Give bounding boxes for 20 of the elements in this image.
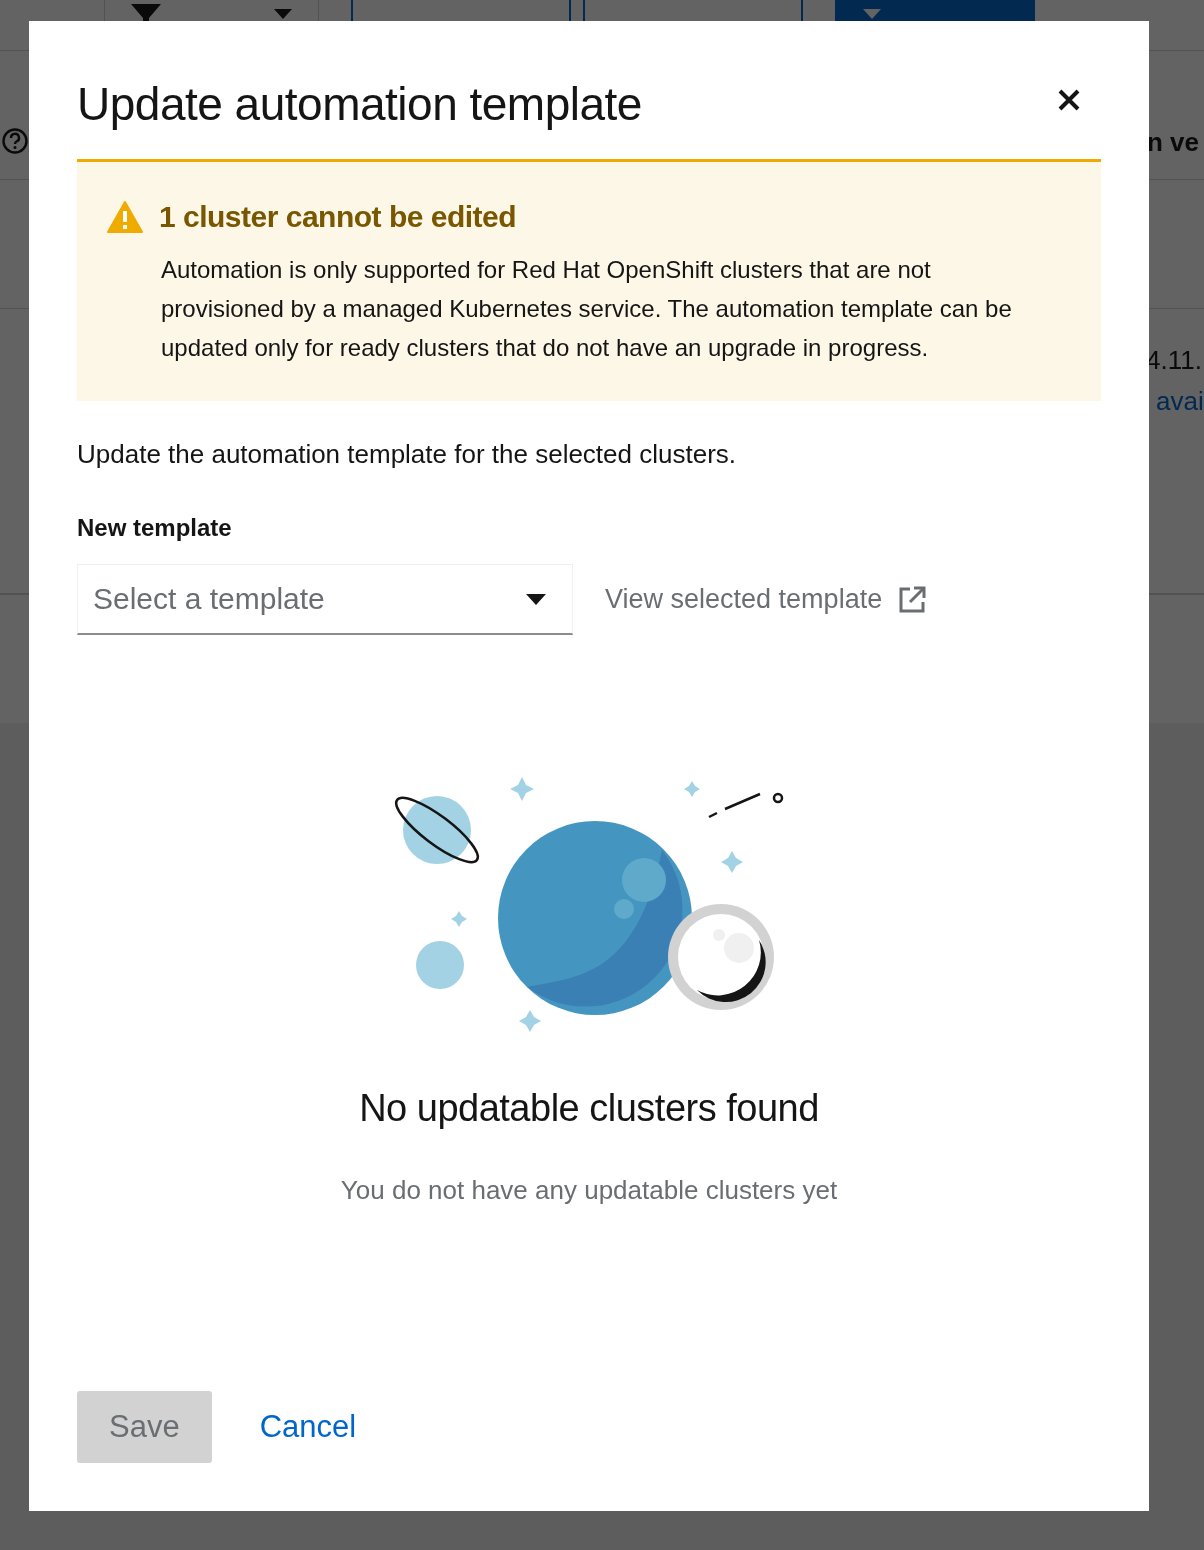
alert-title: 1 cluster cannot be edited xyxy=(159,200,517,234)
modal-title: Update automation template xyxy=(77,77,642,131)
column-header: n ve xyxy=(1147,127,1200,158)
help-icon[interactable] xyxy=(2,128,28,154)
version-text: 4.11. xyxy=(1146,345,1202,376)
cancel-button[interactable]: Cancel xyxy=(259,1391,357,1463)
empty-state-title: No updatable clusters found xyxy=(359,1087,819,1130)
caret-icon xyxy=(526,593,546,605)
template-select[interactable]: Select a template xyxy=(77,564,573,635)
description-text: Update the automation template for the selected clusters. xyxy=(77,439,738,470)
warning-icon xyxy=(107,201,143,233)
empty-state-message: You do not have any updatable clusters yet xyxy=(340,1175,838,1206)
caret-icon xyxy=(274,9,292,19)
external-link-icon xyxy=(898,585,927,614)
alert-message: Automation is only supported for Red Hat OpenShift clusters that are not provisioned by a managed Kubernetes service. The automation template can be updated only for ready clusters that do not have an upgrade in progress. xyxy=(161,255,1013,363)
view-template-link[interactable]: View selected template xyxy=(605,584,927,615)
caret-icon xyxy=(863,9,881,19)
close-icon[interactable] xyxy=(1057,88,1081,112)
filter-icon xyxy=(131,4,161,24)
field-label: New template xyxy=(77,514,233,542)
